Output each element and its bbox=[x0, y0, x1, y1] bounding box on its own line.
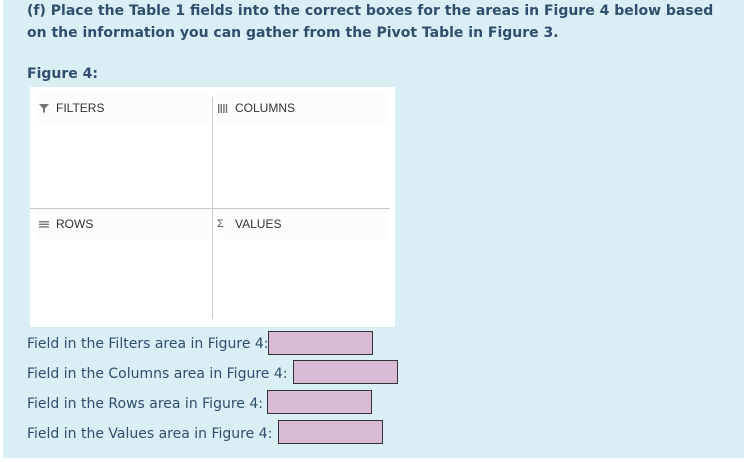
values-answer-label: Field in the Values area in Figure 4: bbox=[27, 426, 273, 442]
filters-area[interactable]: FILTERS bbox=[38, 93, 208, 123]
columns-area[interactable]: COLUMNS bbox=[217, 93, 387, 123]
funnel-icon bbox=[38, 102, 52, 114]
question-panel: (f) Place the Table 1 fields into the co… bbox=[3, 0, 744, 458]
rows-answer-label: Field in the Rows area in Figure 4: bbox=[27, 396, 263, 412]
values-answer-field[interactable] bbox=[278, 420, 383, 444]
columns-answer-field[interactable] bbox=[293, 360, 398, 384]
filters-answer-label: Field in the Filters area in Figure 4: bbox=[27, 336, 269, 352]
filters-label: FILTERS bbox=[56, 101, 105, 115]
values-label: VALUES bbox=[235, 217, 282, 231]
rows-area[interactable]: ROWS bbox=[38, 209, 208, 239]
question-text: (f) Place the Table 1 fields into the co… bbox=[27, 3, 714, 41]
filters-answer-field[interactable] bbox=[268, 331, 373, 355]
rows-icon bbox=[38, 218, 52, 230]
rows-answer-field[interactable] bbox=[267, 390, 372, 414]
figure-label: Figure 4: bbox=[27, 66, 98, 82]
columns-icon bbox=[217, 102, 231, 114]
rows-label: ROWS bbox=[56, 217, 94, 231]
columns-label: COLUMNS bbox=[235, 101, 296, 115]
values-area[interactable]: Σ VALUES bbox=[217, 209, 387, 239]
columns-answer-label: Field in the Columns area in Figure 4: bbox=[27, 366, 288, 382]
pivot-field-areas: FILTERS COLUMNS ROWS Σ VALUES bbox=[30, 87, 395, 327]
sigma-icon: Σ bbox=[217, 218, 224, 230]
